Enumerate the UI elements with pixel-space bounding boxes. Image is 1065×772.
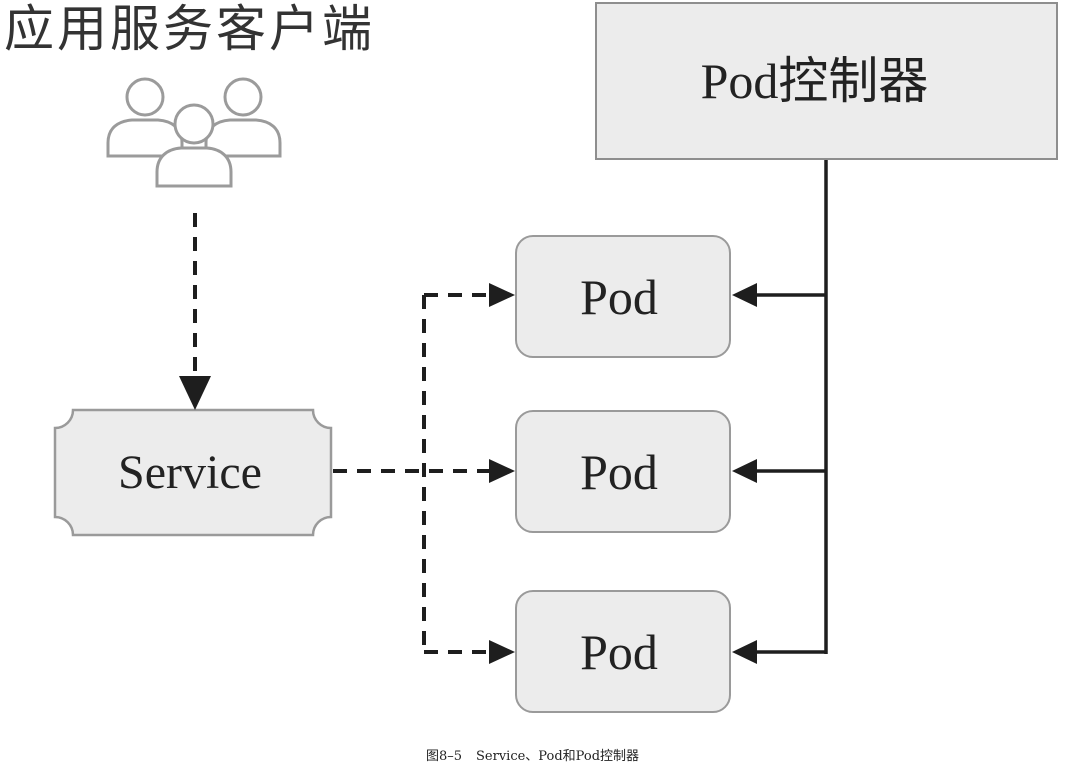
pod-label-1: Pod [580,268,658,325]
service-to-pod-3-arrowhead [489,640,515,664]
figure-caption: 图8–5 Service、Pod和Pod控制器 [0,749,1065,765]
controller-to-pods-arrows [752,160,828,654]
service-to-pod-1-arrowhead [489,283,515,307]
user-left-icon [106,77,184,158]
pod-label-3: Pod [580,623,658,680]
client-to-service-arrowhead [179,376,211,410]
pod-controller-box: Pod控制器 [595,2,1058,160]
pod-box-3: Pod [515,590,731,713]
client-group-title: 应用服务客户端 [4,0,375,58]
controller-to-pod-2-arrowhead [732,459,757,483]
diagram-canvas: 应用服务客户端 Pod控制器 Service Pod Pod Pod 图8–5 … [0,0,1065,772]
pod-box-1: Pod [515,235,731,358]
figure-title: Service、Pod和Pod控制器 [476,749,640,764]
pod-label-2: Pod [580,443,658,500]
service-to-pod-2-arrowhead [489,459,515,483]
user-right-icon [204,77,282,158]
pod-box-2: Pod [515,410,731,533]
client-to-service-arrow [179,213,211,410]
service-label: Service [118,445,262,499]
service-to-pods-arrows [333,293,492,654]
pod-controller-label: Pod控制器 [700,53,929,109]
figure-number: 图8–5 [425,749,462,764]
controller-to-pod-3-arrowhead [732,640,757,664]
controller-to-pod-1-arrowhead [732,283,757,307]
users-icon [106,77,282,188]
service-node: Service [55,410,331,535]
